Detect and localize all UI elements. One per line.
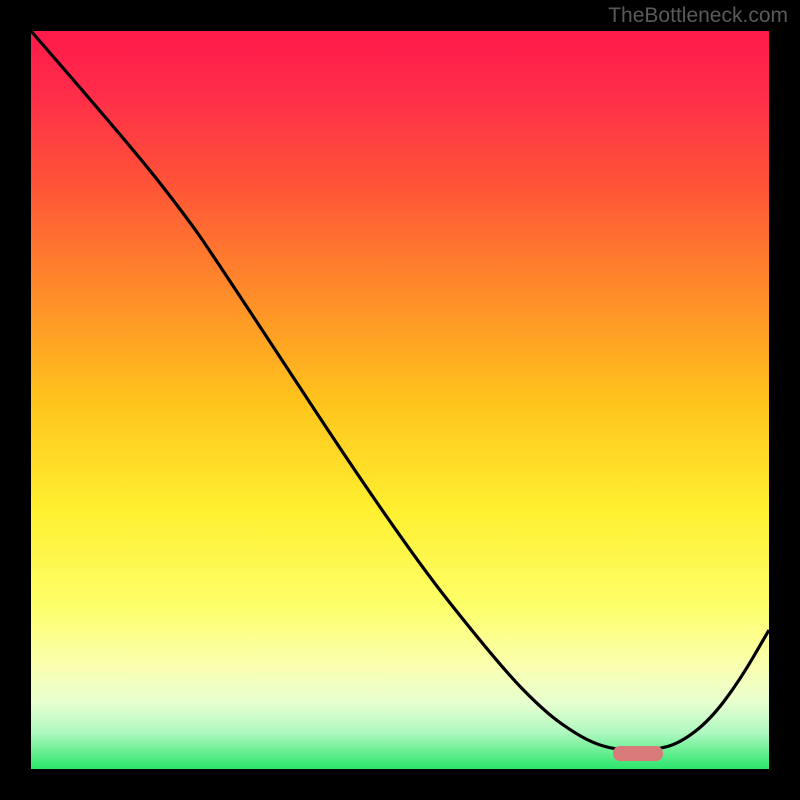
bottleneck-marker bbox=[613, 746, 663, 761]
chart-gradient-area bbox=[31, 31, 769, 769]
watermark-text: TheBottleneck.com bbox=[608, 4, 788, 28]
bottleneck-chart bbox=[0, 0, 800, 800]
chart-container: TheBottleneck.com bbox=[0, 0, 800, 800]
